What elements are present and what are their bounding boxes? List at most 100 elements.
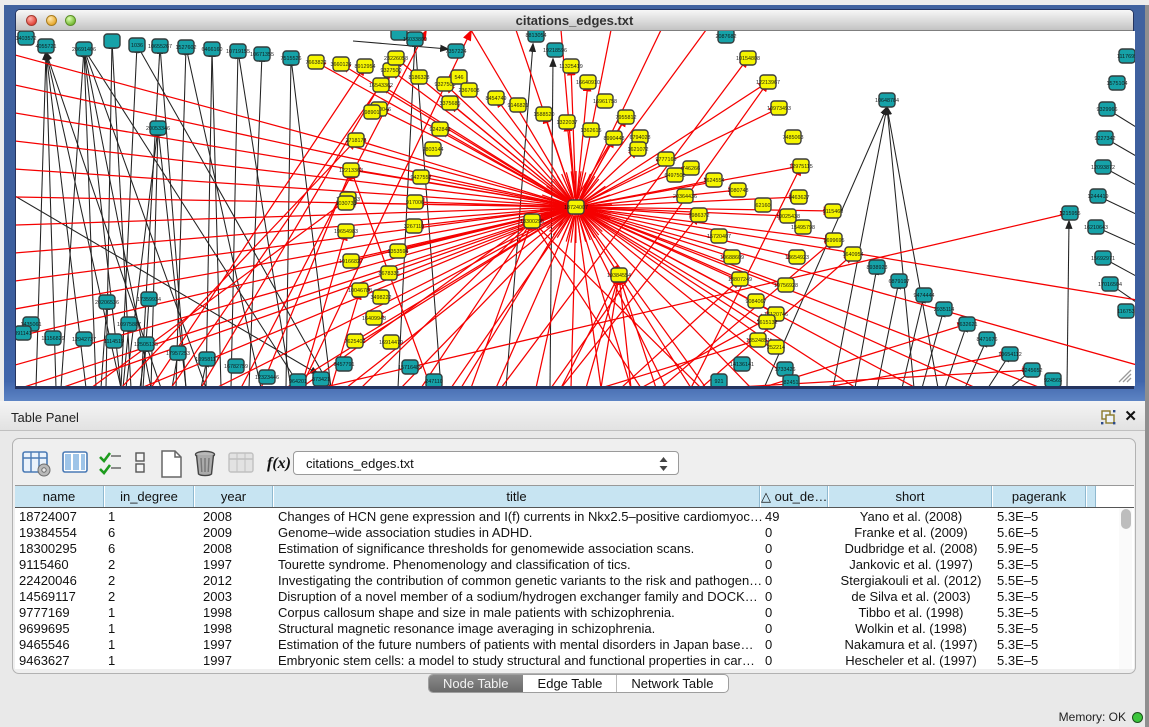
svg-text:1353594: 1353594	[388, 249, 409, 255]
svg-text:18724007: 18724007	[564, 205, 588, 211]
svg-text:13524851: 13524851	[746, 338, 770, 344]
svg-text:13654923: 13654923	[785, 255, 809, 261]
svg-text:1621072: 1621072	[628, 147, 649, 153]
svg-text:546: 546	[455, 75, 464, 81]
svg-text:10046788: 10046788	[348, 288, 372, 294]
svg-text:10975887: 10975887	[117, 322, 141, 328]
svg-text:9463627: 9463627	[789, 195, 810, 201]
svg-text:1362615: 1362615	[581, 128, 602, 134]
svg-text:8678335: 8678335	[379, 271, 400, 277]
svg-text:1640954: 1640954	[843, 252, 864, 258]
svg-text:15716485: 15716485	[398, 365, 422, 371]
svg-text:19654983: 19654983	[334, 229, 358, 235]
svg-text:19384554: 19384554	[607, 273, 631, 279]
svg-text:16033809: 16033809	[403, 37, 427, 43]
svg-text:9777169: 9777169	[656, 157, 677, 163]
svg-text:f(x): f(x)	[267, 455, 291, 472]
svg-text:746266: 746266	[682, 166, 700, 172]
svg-text:19218596: 19218596	[543, 48, 567, 54]
svg-text:12505135: 12505135	[134, 342, 158, 348]
svg-text:6497508: 6497508	[665, 173, 686, 179]
svg-text:1117695: 1117695	[1117, 54, 1135, 60]
svg-text:10671355: 10671355	[250, 52, 274, 58]
svg-text:10655267: 10655267	[148, 44, 172, 50]
svg-text:9242848: 9242848	[430, 127, 451, 133]
svg-text:62160: 62160	[756, 203, 771, 209]
svg-text:8990448: 8990448	[604, 136, 625, 142]
svg-text:252214: 252214	[767, 345, 785, 351]
svg-text:7955812: 7955812	[616, 115, 637, 121]
svg-text:3624554: 3624554	[704, 178, 725, 184]
svg-text:10025438: 10025438	[776, 214, 800, 220]
svg-text:1615132: 1615132	[757, 320, 778, 326]
svg-text:16961758: 16961758	[593, 99, 617, 105]
svg-text:9115460: 9115460	[823, 209, 844, 215]
svg-text:964201: 964201	[289, 379, 307, 385]
svg-text:16640910: 16640910	[576, 80, 600, 86]
svg-text:1575104: 1575104	[1107, 81, 1128, 87]
svg-text:3215955: 3215955	[1060, 211, 1081, 217]
svg-text:2087682: 2087682	[716, 34, 737, 40]
svg-text:3660124: 3660124	[331, 62, 352, 68]
svg-text:1322037: 1322037	[557, 120, 578, 126]
svg-text:8813054: 8813054	[526, 33, 547, 39]
svg-text:391141: 391141	[16, 331, 32, 337]
svg-text:7357224: 7357224	[446, 49, 467, 55]
svg-text:873421: 873421	[312, 377, 330, 383]
svg-text:16210643: 16210643	[1084, 225, 1108, 231]
svg-text:6879197: 6879197	[889, 279, 910, 285]
svg-text:10154808: 10154808	[736, 56, 760, 62]
svg-text:7485063: 7485063	[783, 135, 804, 141]
svg-text:9327500: 9327500	[381, 68, 402, 74]
svg-text:1030733: 1030733	[336, 201, 357, 207]
svg-text:1403572: 1403572	[16, 36, 37, 42]
svg-text:14136141: 14136141	[730, 362, 754, 368]
svg-text:116753: 116753	[1117, 309, 1135, 315]
svg-text:2935114: 2935114	[934, 307, 955, 313]
svg-text:2718176: 2718176	[346, 138, 367, 144]
svg-text:9474444: 9474444	[914, 293, 935, 299]
svg-text:20053346: 20053346	[146, 126, 170, 132]
svg-text:10719155: 10719155	[226, 49, 250, 55]
svg-text:8912954: 8912954	[355, 64, 376, 70]
svg-text:9245652: 9245652	[1022, 368, 1043, 374]
svg-text:18807249: 18807249	[728, 277, 752, 283]
svg-text:10654112: 10654112	[998, 352, 1022, 358]
svg-text:1588520: 1588520	[534, 112, 555, 118]
svg-text:2367608: 2367608	[459, 88, 480, 94]
svg-text:1036: 1036	[131, 43, 143, 49]
svg-text:924565: 924565	[1044, 378, 1062, 384]
svg-text:12323446: 12323446	[255, 375, 279, 381]
svg-text:12213363: 12213363	[339, 168, 363, 174]
svg-text:20206536: 20206536	[95, 300, 119, 306]
svg-text:7632621: 7632621	[957, 322, 978, 328]
svg-text:12942737: 12942737	[72, 337, 96, 343]
svg-text:10648784: 10648784	[875, 98, 899, 104]
svg-text:6794028: 6794028	[630, 135, 651, 141]
svg-text:9146821: 9146821	[508, 103, 529, 109]
svg-text:9084067: 9084067	[746, 299, 767, 305]
svg-text:12093872: 12093872	[1091, 165, 1115, 171]
svg-text:9699695: 9699695	[824, 238, 845, 244]
svg-text:19166827: 19166827	[339, 259, 363, 265]
svg-text:7663822: 7663822	[306, 60, 327, 66]
svg-text:10973493: 10973493	[767, 106, 791, 112]
svg-text:9457791: 9457791	[334, 362, 355, 368]
svg-text:4055721: 4055721	[36, 44, 57, 50]
svg-text:98901: 98901	[365, 110, 380, 116]
svg-text:9329966: 9329966	[1097, 107, 1118, 113]
svg-text:1527602: 1527602	[176, 45, 197, 51]
svg-text:247110: 247110	[425, 379, 443, 385]
svg-text:8938923: 8938923	[867, 265, 888, 271]
svg-text:16782759: 16782759	[224, 364, 248, 370]
svg-text:8186328: 8186328	[409, 75, 430, 81]
svg-text:2803144: 2803144	[423, 147, 444, 153]
svg-text:17016504: 17016504	[1098, 282, 1122, 288]
svg-text:7986372: 7986372	[689, 213, 710, 219]
svg-text:921: 921	[715, 379, 724, 385]
svg-text:20364436: 20364436	[673, 194, 697, 200]
svg-text:17359934: 17359934	[137, 297, 161, 303]
svg-text:8471676: 8471676	[977, 337, 998, 343]
svg-text:3375685: 3375685	[440, 101, 461, 107]
svg-text:23226058: 23226058	[384, 56, 408, 62]
